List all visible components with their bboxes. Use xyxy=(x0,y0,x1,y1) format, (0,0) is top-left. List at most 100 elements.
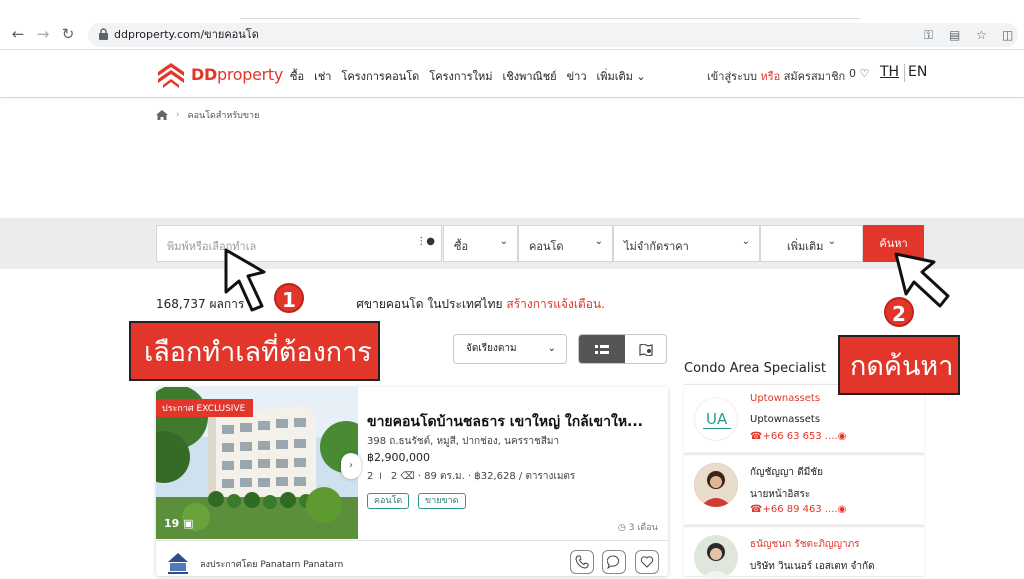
logo-mark-icon xyxy=(158,63,184,88)
extension-icon[interactable]: ◫ xyxy=(1002,26,1013,44)
map-view-button[interactable] xyxy=(625,335,666,363)
chevron-down-icon: ⌄ xyxy=(499,236,508,247)
tag-condo: คอนโด xyxy=(367,493,410,509)
listing-price: ฿2,900,000 xyxy=(367,451,430,464)
breadcrumb-current: คอนโดสำหรับขาย xyxy=(187,111,260,121)
nav-commercial[interactable]: เชิงพาณิชย์ xyxy=(502,67,556,85)
bathroom-count: 2 xyxy=(390,471,398,482)
list-view-button[interactable] xyxy=(579,335,625,363)
create-alert-link[interactable]: สร้างการแจ้งเตือน. xyxy=(506,297,605,311)
breadcrumb-separator-icon: › xyxy=(176,110,180,120)
specialist-card[interactable]: กัญชัญญา ดีมีชัย นายหน้าอิสระ ☎+66 89 46… xyxy=(684,454,924,524)
specialist-name[interactable]: Uptownassets xyxy=(750,393,820,404)
nav-rent[interactable]: เช่า xyxy=(314,67,331,85)
agent-logo[interactable] xyxy=(164,548,192,576)
lock-icon xyxy=(99,28,108,40)
chevron-down-icon: ⌄ xyxy=(636,70,646,83)
listing-title[interactable]: ขายคอนโดบ้านชลธาร เขาใหญ่ ใกล้เขาให... xyxy=(367,411,657,433)
nav-new-projects[interactable]: โครงการใหม่ xyxy=(429,67,492,85)
nav-condo-projects[interactable]: โครงการคอนโด xyxy=(341,67,419,85)
chevron-right-icon: › xyxy=(349,460,353,471)
heart-icon xyxy=(640,556,654,568)
search-bar: พิมพ์หรือเลือกทำเล ⋮● ซื้อ ⌄ คอนโด ⌄ ไม่… xyxy=(0,218,1024,269)
heart-icon: ♡ xyxy=(859,67,870,80)
chevron-down-icon: ⌄ xyxy=(741,236,750,247)
callout-select-location: เลือกทำเลที่ต้องการ xyxy=(129,321,380,381)
translate-icon[interactable]: ▤ xyxy=(949,26,960,44)
callout-press-search: กดค้นหา xyxy=(838,335,960,395)
login-link[interactable]: เข้าสู่ระบบ xyxy=(707,70,757,83)
arrow-pointer-1-icon xyxy=(224,248,266,312)
specialist-name[interactable]: กัญชัญญา ดีมีชัย xyxy=(750,465,823,480)
list-icon xyxy=(595,345,609,354)
nav-buy[interactable]: ซื้อ xyxy=(290,67,304,85)
location-search-input[interactable]: พิมพ์หรือเลือกทำเล ⋮● xyxy=(156,225,442,262)
photo-icon: ▣ xyxy=(183,517,194,530)
lang-th-link[interactable]: TH xyxy=(880,64,899,80)
lang-divider xyxy=(904,64,905,82)
main-nav: ซื้อ เช่า โครงการคอนโด โครงการใหม่ เชิงพ… xyxy=(290,67,646,85)
specialist-company: บริษัท วินเนอร์ เอสเตท จำกัด xyxy=(750,561,875,572)
specialist-card[interactable]: ธนัญชนก รัชตะภิญญาภร บริษัท วินเนอร์ เอส… xyxy=(684,526,924,579)
eye-icon: ◉ xyxy=(837,504,847,515)
price-per-area: ฿32,628 / ตารางเมตร xyxy=(474,471,576,482)
favorites-count: 0 xyxy=(849,67,856,80)
specialist-name[interactable]: ธนัญชนก รัชตะภิญญาภร xyxy=(750,537,860,552)
eye-icon: ◉ xyxy=(837,431,847,442)
exclusive-badge: ประกาศ EXCLUSIVE xyxy=(156,399,254,417)
home-icon[interactable] xyxy=(156,110,168,120)
chevron-down-icon: ⌄ xyxy=(827,236,836,247)
nav-news[interactable]: ข่าว xyxy=(567,67,587,85)
agent-name[interactable]: ลงประกาศโดย Panatarn Panatarn xyxy=(200,557,343,571)
tag-freehold: ขายขาด xyxy=(418,493,466,509)
chat-button[interactable] xyxy=(602,550,626,574)
phone-icon: ☎ xyxy=(750,431,763,442)
chat-bubble-icon xyxy=(607,555,620,569)
listing-type-select[interactable]: ซื้อ ⌄ xyxy=(443,225,518,262)
browser-tab-strip xyxy=(0,0,1024,19)
key-icon[interactable]: ⚿ xyxy=(924,26,933,44)
specialist-company: Uptownassets xyxy=(750,414,821,425)
back-icon[interactable]: ← xyxy=(8,25,28,43)
listing-agent-row: ลงประกาศโดย Panatarn Panatarn xyxy=(156,540,668,576)
listing-card[interactable]: ประกาศ EXCLUSIVE 19 ▣ › ขายคอนโดบ้านชลธา… xyxy=(156,387,668,576)
lang-en-link[interactable]: EN xyxy=(908,64,927,80)
listing-photo[interactable]: ประกาศ EXCLUSIVE 19 ▣ xyxy=(156,387,358,539)
or-text: หรือ xyxy=(760,70,781,83)
bed-icon: ⏽ xyxy=(376,471,385,482)
favorites-button[interactable]: 0 ♡ xyxy=(849,67,869,80)
clock-icon: ◷ xyxy=(618,523,626,533)
floor-area: 89 ตร.ม. xyxy=(424,471,465,482)
forward-icon[interactable]: → xyxy=(33,25,53,43)
call-button[interactable] xyxy=(570,550,594,574)
view-toggle xyxy=(578,334,667,364)
price-select[interactable]: ไม่จำกัดราคา ⌄ xyxy=(613,225,760,262)
phone-icon xyxy=(575,555,589,569)
location-pin-icon[interactable]: ⋮● xyxy=(416,236,435,247)
chevron-down-icon: ⌄ xyxy=(594,236,603,247)
url-text: ddproperty.com/ขายคอนโด xyxy=(114,28,259,41)
bedroom-count: 2 xyxy=(367,471,374,482)
avatar xyxy=(694,535,738,579)
specialist-company: นายหน้าอิสระ xyxy=(750,489,811,500)
ddproperty-logo[interactable]: DDproperty xyxy=(155,60,283,90)
next-photo-button[interactable]: › xyxy=(341,453,361,479)
reload-icon[interactable]: ↻ xyxy=(58,25,78,43)
site-header: DDproperty ซื้อ เช่า โครงการคอนโด โครงกา… xyxy=(0,50,1024,98)
specialist-phone[interactable]: ☎+66 63 653 ....◉ xyxy=(750,431,846,442)
nav-more[interactable]: เพิ่มเติม ⌄ xyxy=(597,67,646,85)
address-bar[interactable]: ddproperty.com/ขายคอนโด ⚿ ▤ ☆ ◫ xyxy=(88,23,1018,47)
sort-select[interactable]: จัดเรียงตาม ⌄ xyxy=(453,334,567,364)
map-icon xyxy=(639,344,653,356)
avatar xyxy=(694,463,738,507)
save-favorite-button[interactable] xyxy=(635,550,659,574)
more-filters-select[interactable]: เพิ่มเติม ⌄ xyxy=(760,225,863,262)
auth-links: เข้าสู่ระบบ หรือ สมัครสมาชิก xyxy=(707,67,845,85)
listing-address: 398 ถ.ธนรัชต์, หมูสี, ปากช่อง, นครราชสีม… xyxy=(367,436,560,447)
register-link[interactable]: สมัครสมาชิก xyxy=(784,70,846,83)
property-type-select[interactable]: คอนโด ⌄ xyxy=(518,225,613,262)
bookmark-star-icon[interactable]: ☆ xyxy=(976,26,987,44)
specialist-phone[interactable]: ☎+66 89 463 ....◉ xyxy=(750,504,846,515)
svg-text:UA: UA xyxy=(706,410,728,428)
uptown-logo: UA xyxy=(703,410,731,429)
